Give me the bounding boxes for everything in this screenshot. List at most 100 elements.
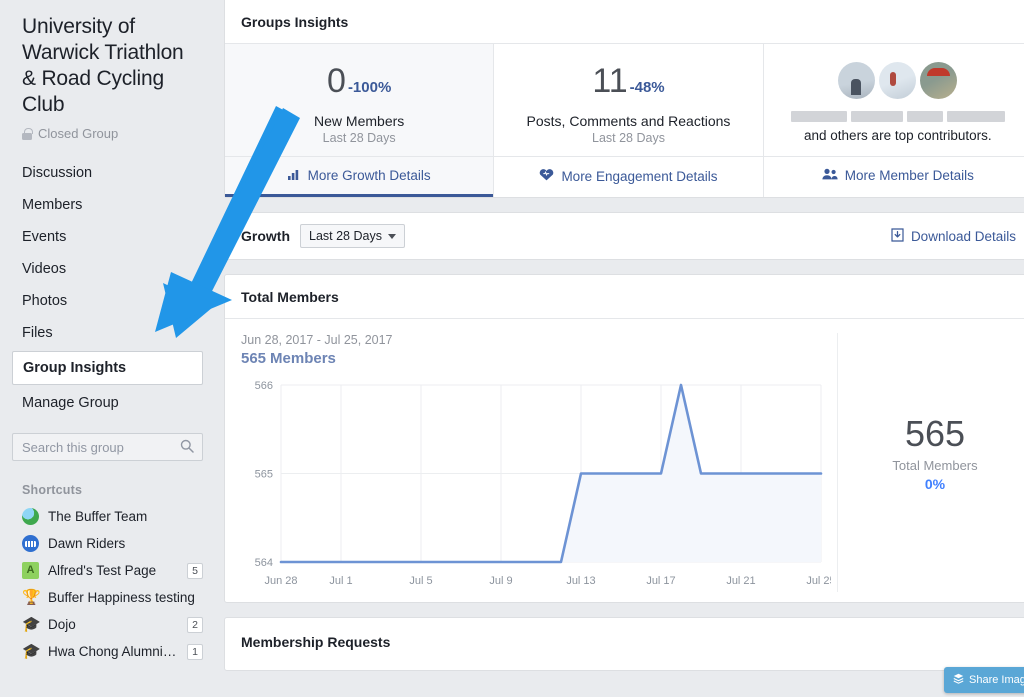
shortcut-item[interactable]: 🏆 Buffer Happiness testing bbox=[0, 584, 215, 611]
groups-insights-title: Groups Insights bbox=[225, 0, 1024, 44]
shortcut-label: The Buffer Team bbox=[48, 509, 148, 524]
membership-requests-title: Membership Requests bbox=[241, 634, 391, 650]
blue-circle-icon bbox=[22, 535, 39, 552]
total-members-card: Total Members Jun 28, 2017 - Jul 25, 201… bbox=[224, 274, 1024, 603]
svg-text:564: 564 bbox=[255, 557, 273, 569]
stat-card-members-body: and others are top contributors. bbox=[764, 44, 1024, 156]
chart-date-range: Jun 28, 2017 - Jul 25, 2017 bbox=[241, 333, 393, 347]
shortcut-label: Buffer Happiness testing bbox=[48, 590, 195, 605]
avatar bbox=[879, 62, 917, 99]
engagement-value: 11 -48% bbox=[592, 62, 664, 107]
green-a-icon: A bbox=[22, 562, 39, 579]
sidebar-item-group-insights[interactable]: Group Insights bbox=[12, 351, 203, 385]
chart-members-headline: 565 Members bbox=[241, 350, 831, 367]
graduation-cap-icon: 🎓 bbox=[22, 616, 41, 633]
new-members-label: New Members bbox=[314, 113, 405, 129]
download-icon bbox=[891, 227, 904, 245]
sidebar-item-videos[interactable]: Videos bbox=[0, 253, 215, 285]
shortcut-label: Alfred's Test Page bbox=[48, 563, 157, 578]
redacted-name bbox=[906, 111, 943, 122]
group-privacy: Closed Group bbox=[0, 118, 215, 141]
summary-total-number: 565 bbox=[904, 412, 966, 454]
shortcut-item[interactable]: Dawn Riders bbox=[0, 530, 215, 557]
summary-percent-change: 0% bbox=[924, 475, 946, 492]
shortcut-badge: 5 bbox=[187, 562, 203, 579]
engagement-number: 11 bbox=[592, 62, 628, 100]
people-icon bbox=[822, 168, 838, 183]
page-root: University of Warwick Triathlon & Road C… bbox=[0, 0, 1024, 697]
active-tab-underline bbox=[225, 194, 494, 197]
growth-toolbar: Growth Last 28 Days Download Details bbox=[224, 212, 1024, 260]
graduation-cap-icon: 🎓 bbox=[22, 643, 41, 660]
date-range-value: Last 28 Days bbox=[309, 229, 382, 243]
group-search[interactable] bbox=[12, 433, 203, 461]
engagement-period: Last 28 Days bbox=[592, 131, 665, 145]
growth-title: Growth bbox=[241, 228, 290, 244]
total-members-chart[interactable]: 564 565 566 Jun 28 Jul 1 Jul 5 Jul 9 Jul 13 Jul … bbox=[241, 377, 831, 592]
chart-summary-panel: 565 Total Members 0% bbox=[837, 333, 1024, 592]
stat-card-members[interactable]: and others are top contributors. More Me… bbox=[762, 44, 1024, 197]
shortcut-item[interactable]: 🎓 Dojo 2 bbox=[0, 611, 215, 638]
svg-text:Jul 21: Jul 21 bbox=[726, 575, 755, 587]
shortcuts-heading: Shortcuts bbox=[22, 483, 83, 497]
more-member-details-label: More Member Details bbox=[844, 168, 974, 183]
shortcut-label: Hwa Chong Alumni A... bbox=[48, 644, 179, 659]
bar-chart-icon bbox=[287, 168, 301, 183]
chart-members-number: 565 bbox=[241, 350, 267, 367]
stat-card-engagement[interactable]: 11 -48% Posts, Comments and Reactions Las… bbox=[493, 44, 763, 197]
download-details-button[interactable]: Download Details bbox=[891, 227, 1016, 245]
summary-total-label: Total Members bbox=[892, 457, 978, 473]
shortcut-item[interactable]: The Buffer Team bbox=[0, 503, 215, 530]
total-members-body: Jun 28, 2017 - Jul 25, 2017 565 Members 5… bbox=[225, 319, 1024, 602]
main-content: Groups Insights 0 -100% New Members Last … bbox=[215, 0, 1024, 697]
chart-svg: 564 565 566 Jun 28 Jul 1 Jul 5 Jul 9 Jul 13 Jul … bbox=[255, 380, 831, 587]
sidebar-item-manage-group[interactable]: Manage Group bbox=[0, 387, 215, 419]
svg-text:Jul 17: Jul 17 bbox=[646, 575, 675, 587]
layers-icon bbox=[953, 673, 964, 687]
group-title: University of Warwick Triathlon & Road C… bbox=[22, 15, 184, 116]
stat-card-engagement-body: 11 -48% Posts, Comments and Reactions Las… bbox=[494, 44, 762, 156]
sidebar-item-events[interactable]: Events bbox=[0, 221, 215, 253]
chevron-down-icon bbox=[387, 233, 396, 239]
sidebar-item-files[interactable]: Files bbox=[0, 317, 215, 349]
shortcut-badge: 2 bbox=[187, 616, 203, 633]
svg-text:566: 566 bbox=[255, 380, 273, 392]
more-engagement-details-link[interactable]: More Engagement Details bbox=[494, 156, 763, 195]
new-members-number: 0 bbox=[327, 62, 346, 100]
sidebar-item-photos[interactable]: Photos bbox=[0, 285, 215, 317]
contributor-avatars bbox=[774, 62, 1022, 99]
svg-text:Jul 25: Jul 25 bbox=[806, 575, 831, 587]
membership-requests-card: Membership Requests bbox=[224, 617, 1024, 671]
group-privacy-label: Closed Group bbox=[38, 126, 119, 141]
more-growth-details-link[interactable]: More Growth Details bbox=[225, 156, 494, 194]
avatar bbox=[838, 62, 876, 99]
svg-text:Jun 28: Jun 28 bbox=[264, 575, 297, 587]
download-details-label: Download Details bbox=[910, 228, 1016, 244]
svg-text:Jul 1: Jul 1 bbox=[329, 575, 352, 587]
sidebar-nav: Discussion Members Events Videos Photos … bbox=[0, 157, 215, 419]
sidebar-item-discussion[interactable]: Discussion bbox=[0, 157, 215, 189]
stat-card-growth[interactable]: 0 -100% New Members Last 28 Days More Gro… bbox=[225, 44, 494, 197]
share-image-button[interactable]: Share Image bbox=[944, 667, 1024, 693]
shortcut-label: Dojo bbox=[48, 617, 76, 632]
new-members-delta: -100% bbox=[347, 79, 392, 96]
share-image-label: Share Image bbox=[969, 674, 1024, 686]
top-contributors-text: and others are top contributors. bbox=[774, 107, 1022, 145]
more-growth-details-label: More Growth Details bbox=[307, 168, 431, 183]
redacted-name bbox=[790, 111, 847, 122]
more-engagement-details-label: More Engagement Details bbox=[561, 168, 718, 184]
search-input[interactable] bbox=[13, 439, 202, 455]
search-icon bbox=[180, 439, 194, 453]
new-members-period: Last 28 Days bbox=[322, 131, 396, 145]
date-range-select[interactable]: Last 28 Days bbox=[300, 224, 405, 248]
trophy-icon: 🏆 bbox=[22, 589, 41, 606]
shortcut-item[interactable]: A Alfred's Test Page 5 bbox=[0, 557, 215, 584]
stat-card-growth-body: 0 -100% New Members Last 28 Days bbox=[225, 44, 493, 156]
insights-stat-row: 0 -100% New Members Last 28 Days More Gro… bbox=[225, 44, 1024, 197]
shortcut-label: Dawn Riders bbox=[48, 536, 126, 551]
top-contributors-suffix: and others are top contributors. bbox=[804, 128, 992, 143]
shortcut-item[interactable]: 🎓 Hwa Chong Alumni A... 1 bbox=[0, 638, 215, 665]
sidebar-item-members[interactable]: Members bbox=[0, 189, 215, 221]
more-member-details-link[interactable]: More Member Details bbox=[763, 156, 1024, 194]
chart-members-word: Members bbox=[270, 350, 336, 367]
